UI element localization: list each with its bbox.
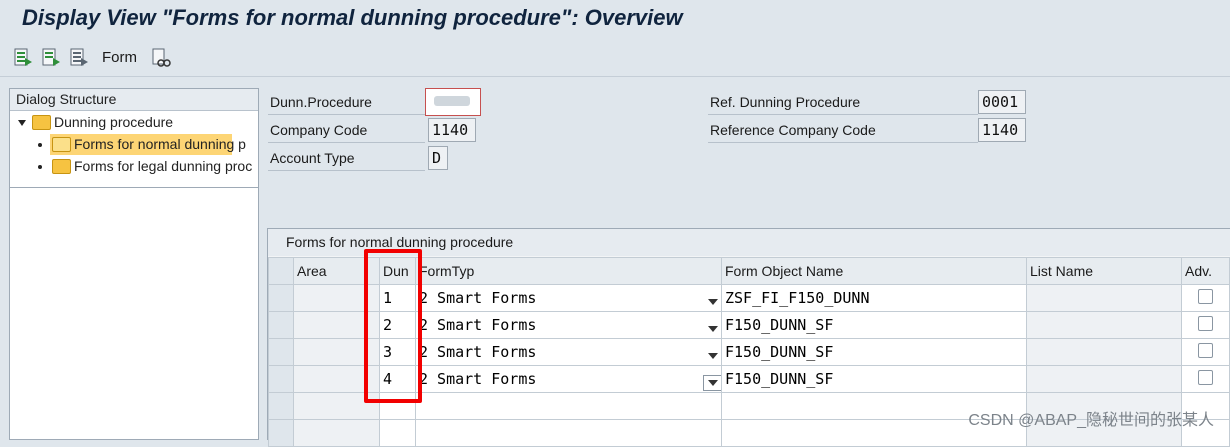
row-selector[interactable] [268,419,294,447]
reference-company-code-field[interactable]: 1140 [978,118,1026,142]
open-folder-icon [52,136,71,152]
reference-company-code-label: Reference Company Code [708,119,978,143]
tree-item-label: Dunning procedure [54,114,174,130]
cell-area [293,419,380,447]
cell-form-object-name[interactable]: F150_DUNN_SF [721,365,1027,393]
title-bar: Display View "Forms for normal dunning p… [0,0,1230,38]
company-code-label: Company Code [268,119,425,143]
cell-formtyp[interactable]: 2 Smart Forms [415,311,722,339]
cell-list-name [1026,311,1182,339]
cell-dun [379,419,416,447]
col-header-adv[interactable]: Adv. [1181,257,1230,285]
cell-adv [1181,365,1230,393]
folder-icon [32,114,51,130]
dropdown-arrow-icon[interactable] [708,299,718,305]
row-selector[interactable] [268,365,294,393]
dialog-structure-panel: Dialog Structure Dunning procedure Forms… [9,88,259,440]
row-selector[interactable] [268,311,294,339]
cell-formtyp [415,392,722,420]
cell-form-object-name[interactable]: F150_DUNN_SF [721,338,1027,366]
dropdown-arrow-icon[interactable] [703,375,721,391]
tree-item-forms-normal[interactable]: Forms for normal dunning p [38,134,246,155]
company-code-field[interactable]: 1140 [428,118,476,142]
cell-formtyp [415,419,722,447]
collapse-icon[interactable] [41,48,61,68]
formtyp-value: 2 Smart Forms [419,343,537,361]
form-button[interactable]: Form [102,49,137,66]
formtyp-value: 2 Smart Forms [419,316,537,334]
bullet-icon [38,143,42,148]
dunn-procedure-field[interactable] [425,88,481,116]
row-selector[interactable] [268,392,294,420]
cell-list-name [1026,365,1182,393]
col-header-list-name[interactable]: List Name [1026,257,1182,285]
obscured-value [434,96,470,106]
dropdown-arrow-icon[interactable] [708,326,718,332]
formtyp-value: 2 Smart Forms [419,289,537,307]
highlight-box [364,249,422,403]
row-selector-header[interactable] [268,257,294,285]
adv-checkbox[interactable] [1198,289,1213,304]
ref-dunning-procedure-label: Ref. Dunning Procedure [708,91,978,115]
list-icon[interactable] [69,48,89,68]
cell-adv [1181,311,1230,339]
application-toolbar: Form [0,40,1230,77]
col-header-formtyp[interactable]: FormTyp [415,257,722,285]
tree-divider [10,187,258,188]
folder-icon [52,158,71,174]
cell-formtyp[interactable]: 2 Smart Forms [415,284,722,312]
tree-item-label: Forms for normal dunning p [74,136,246,152]
window-title: Display View "Forms for normal dunning p… [22,5,683,30]
account-type-label: Account Type [268,147,425,171]
col-header-form-object-name[interactable]: Form Object Name [721,257,1027,285]
dunn-procedure-label: Dunn.Procedure [268,91,425,115]
formtyp-value: 2 Smart Forms [419,370,537,388]
cell-formtyp[interactable]: 2 Smart Forms [415,365,722,393]
row-selector[interactable] [268,338,294,366]
expand-icon[interactable] [13,48,33,68]
adv-checkbox[interactable] [1198,316,1213,331]
row-selector[interactable] [268,284,294,312]
bullet-icon [38,165,42,170]
expand-triangle-icon[interactable] [18,120,26,127]
display-glasses-icon[interactable] [151,48,171,68]
cell-form-object-name[interactable]: ZSF_FI_F150_DUNN [721,284,1027,312]
cell-form-object-name[interactable]: F150_DUNN_SF [721,311,1027,339]
dropdown-arrow-icon[interactable] [708,353,718,359]
account-type-field[interactable]: D [428,146,448,170]
tree-item-dunning-procedure[interactable]: Dunning procedure [18,112,173,133]
ref-dunning-procedure-field[interactable]: 0001 [978,90,1026,114]
cell-formtyp[interactable]: 2 Smart Forms [415,338,722,366]
tree-item-label: Forms for legal dunning proc [74,158,253,174]
adv-checkbox[interactable] [1198,343,1213,358]
cell-list-name [1026,338,1182,366]
tree-item-forms-legal[interactable]: Forms for legal dunning proc [38,156,252,177]
adv-checkbox[interactable] [1198,370,1213,385]
dialog-structure-header: Dialog Structure [10,89,258,111]
watermark: CSDN @ABAP_隐秘世间的张某人 [968,412,1214,429]
cell-list-name [1026,284,1182,312]
cell-adv [1181,338,1230,366]
cell-adv [1181,284,1230,312]
